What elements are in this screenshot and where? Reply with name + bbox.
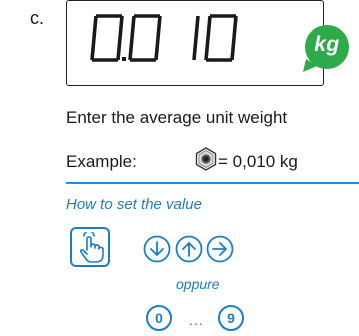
display-segment [156, 15, 162, 39]
unit-label: kg [314, 33, 340, 56]
display-segment [194, 15, 200, 39]
display-segment [154, 37, 160, 61]
display-segment [90, 37, 96, 61]
unit-badge: kg [302, 23, 352, 73]
separator-text: oppure [176, 276, 220, 292]
howto-title: How to set the value [66, 196, 202, 213]
example-row: Example: = 0,010 kg [66, 147, 359, 180]
display-segment [130, 15, 136, 39]
display-segment [206, 15, 212, 39]
display-segment [230, 37, 236, 61]
hex-nut-icon [195, 147, 217, 171]
display-reading [90, 14, 238, 62]
hand-press-icon [79, 232, 104, 263]
arrow-up-icon[interactable] [175, 235, 203, 263]
digit-ellipsis: ... [189, 312, 204, 328]
step-letter: c. [30, 8, 45, 28]
display-segment [116, 37, 122, 61]
display-segment [232, 15, 238, 39]
digit-9-button[interactable]: 9 [218, 305, 244, 331]
arrow-down-icon[interactable] [143, 235, 171, 263]
digit-0-button[interactable]: 0 [146, 305, 172, 331]
display-segment [92, 15, 98, 39]
example-label: Example: [66, 152, 137, 171]
display-segment [192, 37, 198, 61]
divider [66, 182, 359, 184]
display-decimal-point [122, 57, 126, 61]
instruction-text: Enter the average unit weight [66, 108, 288, 127]
display-segment [128, 37, 134, 61]
display-segment [204, 37, 210, 61]
display-segment [118, 15, 124, 39]
press-button[interactable] [70, 227, 110, 267]
example-value: = 0,010 kg [218, 152, 298, 171]
arrow-right-icon[interactable] [206, 235, 234, 263]
